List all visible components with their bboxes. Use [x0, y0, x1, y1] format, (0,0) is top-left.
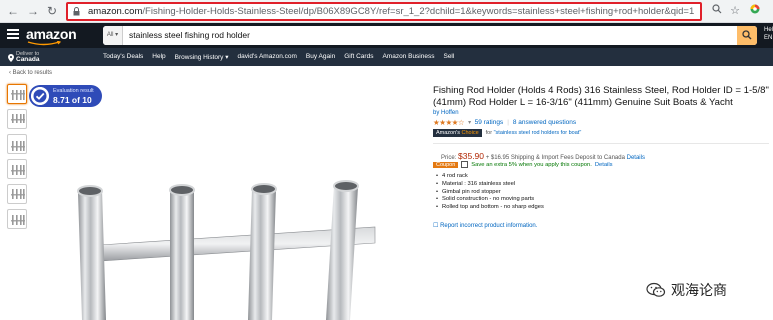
- nav-buy-again[interactable]: Buy Again: [306, 53, 335, 61]
- thumbnail-1[interactable]: [7, 84, 27, 104]
- price-value: $35.90: [458, 151, 485, 161]
- nav-amazon-business[interactable]: Amazon Business: [382, 53, 434, 61]
- nav-browsing-history[interactable]: Browsing History ▾: [175, 53, 229, 61]
- search-icon[interactable]: [710, 4, 724, 18]
- subnav-links: Today's Deals Help Browsing History ▾ da…: [103, 53, 454, 61]
- thumbnail-2[interactable]: [7, 109, 27, 129]
- report-icon: ☐: [433, 223, 439, 229]
- menu-icon[interactable]: [7, 29, 19, 41]
- amazon-subnav: Deliver to Canada Today's Deals Help Bro…: [0, 48, 773, 66]
- rod-holder-thumb-icon: [11, 215, 25, 225]
- rod-holder-thumb-icon: [11, 165, 25, 175]
- nav-gift-cards[interactable]: Gift Cards: [344, 53, 373, 61]
- nav-help[interactable]: Help: [152, 53, 165, 61]
- choice-query-link[interactable]: "stainless steel rod holders for boat": [494, 130, 582, 136]
- search-input[interactable]: stainless steel fishing rod holder: [129, 30, 250, 40]
- language-selector[interactable]: Hel EN: [764, 26, 773, 42]
- back-to-results-link[interactable]: ‹ Back to results: [9, 70, 52, 76]
- report-info-link[interactable]: ☐ Report incorrect product information.: [433, 222, 537, 229]
- search-category-select[interactable]: All ▾: [103, 26, 123, 45]
- lock-icon: [73, 7, 80, 16]
- product-title: Fishing Rod Holder (Holds 4 Rods) 316 St…: [433, 85, 769, 109]
- thumbnail-3[interactable]: [7, 134, 27, 154]
- shipping-details-link[interactable]: Details: [627, 155, 645, 161]
- extension-icon[interactable]: [748, 4, 762, 18]
- rod-holder-thumb-icon: [11, 114, 25, 123]
- wechat-icon: [646, 282, 666, 297]
- coupon-row: Coupon Save an extra 5% when you apply t…: [433, 161, 613, 168]
- brand-link[interactable]: by Hoffen: [433, 110, 459, 116]
- back-arrow-icon[interactable]: ←: [6, 4, 20, 18]
- reload-icon[interactable]: ↻: [45, 4, 59, 18]
- watermark-text: 观海论商: [671, 283, 727, 299]
- thumbnail-6[interactable]: [7, 209, 27, 229]
- forward-arrow-icon[interactable]: →: [26, 4, 40, 18]
- evaluation-score: 8.71 of 10: [53, 95, 92, 105]
- star-icon[interactable]: ☆: [728, 4, 742, 18]
- search-bar[interactable]: All ▾ stainless steel fishing rod holder: [103, 26, 757, 45]
- list-item: 4 rod rack: [436, 173, 544, 181]
- star-rating-icon[interactable]: ★★★★☆: [433, 118, 465, 127]
- evaluation-label: Evaluation result: [53, 88, 94, 94]
- magnifier-icon: [742, 30, 752, 40]
- rod-holder-thumb-icon: [11, 90, 25, 100]
- list-item: Rolled top and bottom - no sharp edges: [436, 204, 544, 212]
- watermark: 观海论商: [646, 280, 727, 300]
- divider: [433, 143, 769, 144]
- nav-sell[interactable]: Sell: [443, 53, 454, 61]
- url-text: amazon.com/Fishing-Holder-Holds-Stainles…: [88, 6, 694, 17]
- amazon-logo[interactable]: amazon: [26, 26, 77, 42]
- list-item: Material : 316 stainless steel: [436, 181, 544, 189]
- nav-todays-deals[interactable]: Today's Deals: [103, 53, 143, 61]
- deliver-to[interactable]: Deliver to Canada: [8, 51, 39, 63]
- amazons-choice-badge: Amazon's Choice: [433, 129, 482, 137]
- price-row: Price: $35.90 + $16.95 Shipping & Import…: [441, 151, 645, 161]
- address-bar[interactable]: amazon.com/Fishing-Holder-Holds-Stainles…: [66, 2, 702, 21]
- coupon-text: Save an extra 5% when you apply this cou…: [471, 161, 592, 168]
- checkmark-icon: [31, 87, 49, 105]
- browser-toolbar: ← → ↻ amazon.com/Fishing-Holder-Holds-St…: [0, 0, 773, 23]
- coupon-checkbox[interactable]: [461, 161, 469, 168]
- search-button[interactable]: [737, 26, 757, 45]
- thumbnail-4[interactable]: [7, 159, 27, 179]
- product-main-image[interactable]: [60, 175, 405, 320]
- nav-account-store[interactable]: david's Amazon.com: [237, 53, 296, 61]
- amazon-header: amazon All ▾ stainless steel fishing rod…: [0, 23, 773, 48]
- location-pin-icon: [8, 54, 14, 62]
- answered-questions-link[interactable]: 8 answered questions: [513, 119, 576, 126]
- coupon-badge: Coupon: [433, 161, 459, 168]
- thumbnail-5[interactable]: [7, 184, 27, 204]
- ratings-count-link[interactable]: 59 ratings: [475, 119, 504, 126]
- evaluation-badge[interactable]: Evaluation result 8.71 of 10: [29, 85, 102, 107]
- amazons-choice-row: Amazon's Choice for "stainless steel rod…: [433, 129, 581, 137]
- rod-holder-thumb-icon: [11, 189, 25, 199]
- coupon-details-link[interactable]: Details: [595, 162, 613, 168]
- feature-bullets: 4 rod rack Material : 316 stainless stee…: [436, 173, 544, 212]
- smile-arrow-icon: [27, 41, 62, 46]
- list-item: Gimbal pin rod stopper: [436, 189, 544, 197]
- list-item: Solid construction - no moving parts: [436, 196, 544, 204]
- rating-row: ★★★★☆ ▾ 59 ratings | 8 answered question…: [433, 118, 577, 127]
- rod-holder-thumb-icon: [11, 141, 25, 151]
